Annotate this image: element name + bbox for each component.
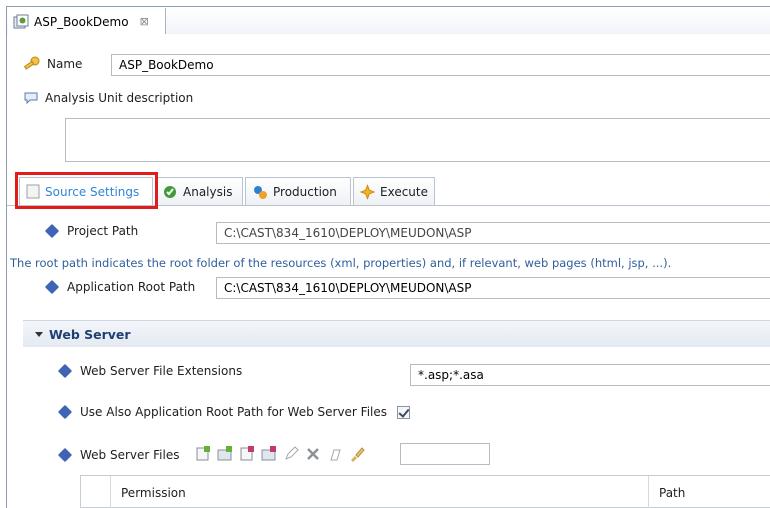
editor-frame: ASP_BookDemo ⊠ Name ASP_BookDemo Analysi… — [0, 0, 770, 508]
web-server-section-header[interactable]: Web Server — [23, 320, 770, 347]
path-column-header[interactable]: Path — [649, 476, 770, 508]
remove-folder-icon[interactable] — [261, 446, 277, 462]
clear-eraser-icon[interactable] — [327, 446, 343, 462]
required-diamond-icon — [57, 404, 73, 420]
web-server-files-table: Permission Path — [80, 475, 770, 508]
required-diamond-icon — [57, 363, 73, 379]
web-server-ext-row: Web Server File Extensions — [57, 363, 243, 379]
name-label: Name — [47, 57, 83, 71]
required-diamond-icon — [57, 447, 73, 463]
close-tab-icon[interactable]: ⊠ — [140, 15, 149, 28]
table-row-header — [81, 476, 111, 508]
comment-icon — [24, 92, 38, 105]
add-folder-icon[interactable] — [217, 446, 233, 462]
editor-tab-bar: ASP_BookDemo ⊠ — [6, 6, 770, 35]
project-path-field[interactable]: C:\CAST\834_1610\DEPLOY\MEUDON\ASP — [216, 222, 770, 244]
analysis-unit-editor: Name ASP_BookDemo Analysis Unit descript… — [6, 34, 770, 508]
collapse-caret-icon[interactable] — [35, 331, 43, 337]
delete-x-icon[interactable] — [305, 446, 321, 462]
key-icon — [23, 56, 40, 70]
editor-tab-label: ASP_BookDemo — [34, 14, 129, 29]
tab-production-label: Production — [273, 184, 337, 199]
required-diamond-icon — [44, 223, 60, 239]
use-root-label: Use Also Application Root Path for Web S… — [80, 405, 388, 419]
web-server-files-row: Web Server Files — [57, 447, 180, 463]
name-field[interactable]: ASP_BookDemo — [111, 54, 770, 76]
description-row: Analysis Unit description — [23, 91, 193, 105]
web-server-title: Web Server — [49, 326, 131, 342]
brush-icon[interactable] — [349, 446, 365, 462]
web-server-ext-label: Web Server File Extensions — [80, 364, 243, 378]
tab-execute-label: Execute — [380, 184, 428, 199]
web-server-files-filter[interactable] — [400, 443, 490, 465]
web-server-files-toolbar — [195, 446, 365, 462]
use-root-checkbox[interactable] — [397, 405, 411, 419]
required-diamond-icon — [44, 279, 60, 295]
root-path-hint: The root path indicates the root folder … — [10, 256, 672, 270]
use-root-row: Use Also Application Root Path for Web S… — [57, 404, 411, 420]
production-icon — [254, 185, 267, 199]
analysis-icon — [164, 185, 176, 198]
app-root-path-label: Application Root Path — [67, 280, 196, 294]
tab-execute[interactable]: Execute — [353, 177, 435, 205]
project-path-label: Project Path — [67, 224, 139, 238]
app-root-path-field[interactable]: C:\CAST\834_1610\DEPLOY\MEUDON\ASP — [216, 277, 770, 299]
app-root-path-row: Application Root Path — [44, 279, 196, 295]
description-label: Analysis Unit description — [45, 91, 194, 105]
web-server-files-label: Web Server Files — [80, 448, 180, 462]
source-settings-highlight — [15, 172, 158, 209]
editor-tab-asp-bookdemo[interactable]: ASP_BookDemo ⊠ — [8, 8, 166, 35]
analysis-unit-icon — [13, 14, 29, 28]
tab-analysis-label: Analysis — [183, 184, 233, 199]
web-server-ext-field[interactable]: *.asp;*.asa — [410, 364, 770, 386]
edit-pencil-icon[interactable] — [283, 446, 299, 462]
description-textarea[interactable] — [65, 118, 770, 162]
permission-column-header[interactable]: Permission — [111, 476, 649, 508]
remove-file-icon[interactable] — [239, 446, 255, 462]
execute-icon — [360, 183, 375, 200]
project-path-row: Project Path — [44, 223, 139, 239]
tab-analysis[interactable]: Analysis — [155, 177, 243, 205]
name-row: Name — [23, 56, 82, 72]
tab-production[interactable]: Production — [245, 177, 351, 205]
add-file-icon[interactable] — [195, 446, 211, 462]
